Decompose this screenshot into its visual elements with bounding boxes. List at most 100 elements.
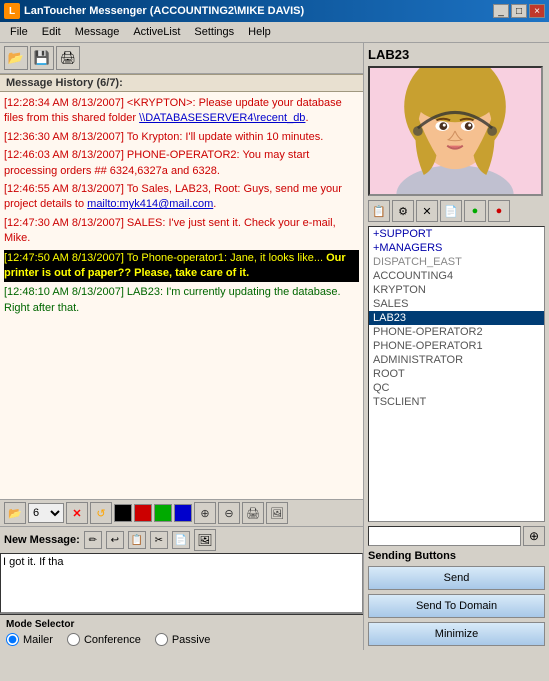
minimize-button[interactable]: Minimize bbox=[368, 622, 545, 646]
new-message-label-row: New Message: ✏ ↩ 📋 ✂ 📄 🖼 bbox=[0, 527, 363, 553]
color-green[interactable] bbox=[154, 504, 172, 522]
mode-conference-radio[interactable] bbox=[67, 633, 80, 646]
menu-settings[interactable]: Settings bbox=[188, 24, 240, 40]
minimize-window-button[interactable]: _ bbox=[493, 4, 509, 18]
al-item-support[interactable]: +SUPPORT bbox=[369, 227, 544, 241]
new-message-area: New Message: ✏ ↩ 📋 ✂ 📄 🖼 I got it. If th… bbox=[0, 527, 363, 613]
new-message-label: New Message: bbox=[4, 534, 80, 546]
edit-btn[interactable]: ✏ bbox=[84, 531, 102, 549]
sending-buttons-label: Sending Buttons bbox=[368, 550, 545, 562]
al-item-tsclient[interactable]: TSCLIENT bbox=[369, 395, 544, 409]
font-size-select[interactable]: 6 8 10 12 14 bbox=[28, 503, 64, 523]
al-item-phone-op2[interactable]: PHONE-OPERATOR2 bbox=[369, 325, 544, 339]
active-list-toolbar: 📋 ⚙ ✕ 📄 ● ● bbox=[368, 200, 545, 222]
al-item-sales[interactable]: SALES bbox=[369, 297, 544, 311]
mode-mailer-radio[interactable] bbox=[6, 633, 19, 646]
search-button[interactable]: ⊕ bbox=[523, 526, 545, 546]
message-history-title: Message History (6/7): bbox=[6, 77, 123, 89]
main-toolbar: 📂 💾 🖨 bbox=[0, 43, 363, 74]
mode-selector-section: Mode Selector Mailer Conference Passive bbox=[0, 613, 363, 650]
mode-passive-radio[interactable] bbox=[155, 633, 168, 646]
user-avatar bbox=[368, 66, 543, 196]
title-bar-left: L LanToucher Messenger (ACCOUNTING2\MIKE… bbox=[4, 3, 304, 19]
al-item-lab23[interactable]: LAB23 bbox=[369, 311, 544, 325]
undo-button[interactable]: ↺ bbox=[90, 502, 112, 524]
user-label: LAB23 bbox=[368, 47, 545, 62]
al-btn-4[interactable]: 📄 bbox=[440, 200, 462, 222]
menu-message[interactable]: Message bbox=[69, 24, 126, 40]
print-tb2[interactable]: 🖨 bbox=[242, 502, 264, 524]
msg-2: [12:36:30 AM 8/13/2007] To Krypton: I'll… bbox=[4, 130, 359, 145]
menu-bar: File Edit Message ActiveList Settings He… bbox=[0, 22, 549, 43]
add-button[interactable]: ⊕ bbox=[194, 502, 216, 524]
avatar-svg bbox=[370, 66, 541, 196]
reply-btn[interactable]: ↩ bbox=[106, 531, 124, 549]
message-history-header: Message History (6/7): bbox=[0, 74, 363, 92]
clear-button[interactable]: ✕ bbox=[66, 502, 88, 524]
send-button[interactable]: Send bbox=[368, 566, 545, 590]
al-item-dispatch[interactable]: DISPATCH_EAST bbox=[369, 255, 544, 269]
menu-activelist[interactable]: ActiveList bbox=[127, 24, 186, 40]
msg-7: [12:48:10 AM 8/13/2007] LAB23: I'm curre… bbox=[4, 285, 359, 316]
remove-button[interactable]: ⊖ bbox=[218, 502, 240, 524]
window-title: LanToucher Messenger (ACCOUNTING2\MIKE D… bbox=[24, 5, 304, 17]
mode-selector-options: Mailer Conference Passive bbox=[6, 633, 357, 646]
paste-btn[interactable]: 📋 bbox=[128, 531, 146, 549]
title-bar: L LanToucher Messenger (ACCOUNTING2\MIKE… bbox=[0, 0, 549, 22]
al-item-accounting4[interactable]: ACCOUNTING4 bbox=[369, 269, 544, 283]
search-input[interactable] bbox=[368, 526, 521, 546]
image-button[interactable]: 🖼 bbox=[266, 502, 288, 524]
right-panel: LAB23 bbox=[364, 43, 549, 650]
app-icon: L bbox=[4, 3, 20, 19]
al-btn-red[interactable]: ● bbox=[488, 200, 510, 222]
color-red[interactable] bbox=[134, 504, 152, 522]
mode-conference-label: Conference bbox=[84, 634, 141, 646]
link-email[interactable]: mailto:myk414@mail.com bbox=[87, 198, 213, 210]
left-panel: 📂 💾 🖨 Message History (6/7): [12:28:34 A… bbox=[0, 43, 364, 650]
mode-passive-label: Passive bbox=[172, 634, 211, 646]
mode-mailer-label: Mailer bbox=[23, 634, 53, 646]
al-item-krypton[interactable]: KRYPTON bbox=[369, 283, 544, 297]
mode-mailer[interactable]: Mailer bbox=[6, 633, 53, 646]
copy-btn[interactable]: 📄 bbox=[172, 531, 190, 549]
mode-conference[interactable]: Conference bbox=[67, 633, 141, 646]
msg-4: [12:46:55 AM 8/13/2007] To Sales, LAB23,… bbox=[4, 182, 359, 213]
message-input[interactable]: I got it. If tha bbox=[0, 553, 363, 613]
al-btn-1[interactable]: 📋 bbox=[368, 200, 390, 222]
msg-1: [12:28:34 AM 8/13/2007] <KRYPTON>: Pleas… bbox=[4, 96, 359, 127]
al-item-phone-op1[interactable]: PHONE-OPERATOR1 bbox=[369, 339, 544, 353]
active-list[interactable]: +SUPPORT +MANAGERS DISPATCH_EAST ACCOUNT… bbox=[368, 226, 545, 522]
msg-5: [12:47:30 AM 8/13/2007] SALES: I've just… bbox=[4, 216, 359, 247]
al-item-managers[interactable]: +MANAGERS bbox=[369, 241, 544, 255]
send-to-domain-button[interactable]: Send To Domain bbox=[368, 594, 545, 618]
maximize-window-button[interactable]: □ bbox=[511, 4, 527, 18]
color-black[interactable] bbox=[114, 504, 132, 522]
mode-selector-label: Mode Selector bbox=[6, 619, 357, 630]
print-button[interactable]: 🖨 bbox=[56, 46, 80, 70]
al-item-administrator[interactable]: ADMINISTRATOR bbox=[369, 353, 544, 367]
cut-btn[interactable]: ✂ bbox=[150, 531, 168, 549]
menu-file[interactable]: File bbox=[4, 24, 34, 40]
search-box: ⊕ bbox=[368, 526, 545, 546]
al-btn-3[interactable]: ✕ bbox=[416, 200, 438, 222]
al-btn-2[interactable]: ⚙ bbox=[392, 200, 414, 222]
close-window-button[interactable]: × bbox=[529, 4, 545, 18]
formatting-toolbar: 📂 6 8 10 12 14 ✕ ↺ ⊕ ⊖ 🖨 🖼 bbox=[0, 500, 363, 527]
open-button[interactable]: 📂 bbox=[4, 46, 28, 70]
msg-6: [12:47:50 AM 8/13/2007] To Phone-operato… bbox=[4, 250, 359, 283]
color-blue[interactable] bbox=[174, 504, 192, 522]
main-container: 📂 💾 🖨 Message History (6/7): [12:28:34 A… bbox=[0, 43, 549, 650]
mode-passive[interactable]: Passive bbox=[155, 633, 211, 646]
attach-image-btn[interactable]: 🖼 bbox=[194, 529, 216, 551]
link-db[interactable]: \\DATABASESERVER4\recent_db bbox=[139, 112, 305, 124]
title-bar-controls: _ □ × bbox=[493, 4, 545, 18]
al-btn-green[interactable]: ● bbox=[464, 200, 486, 222]
menu-edit[interactable]: Edit bbox=[36, 24, 67, 40]
menu-help[interactable]: Help bbox=[242, 24, 277, 40]
al-item-root[interactable]: ROOT bbox=[369, 367, 544, 381]
al-item-qc[interactable]: QC bbox=[369, 381, 544, 395]
save-button[interactable]: 💾 bbox=[30, 46, 54, 70]
file-open-tb2[interactable]: 📂 bbox=[4, 502, 26, 524]
msg-3: [12:46:03 AM 8/13/2007] PHONE-OPERATOR2:… bbox=[4, 148, 359, 179]
message-history[interactable]: [12:28:34 AM 8/13/2007] <KRYPTON>: Pleas… bbox=[0, 92, 363, 500]
